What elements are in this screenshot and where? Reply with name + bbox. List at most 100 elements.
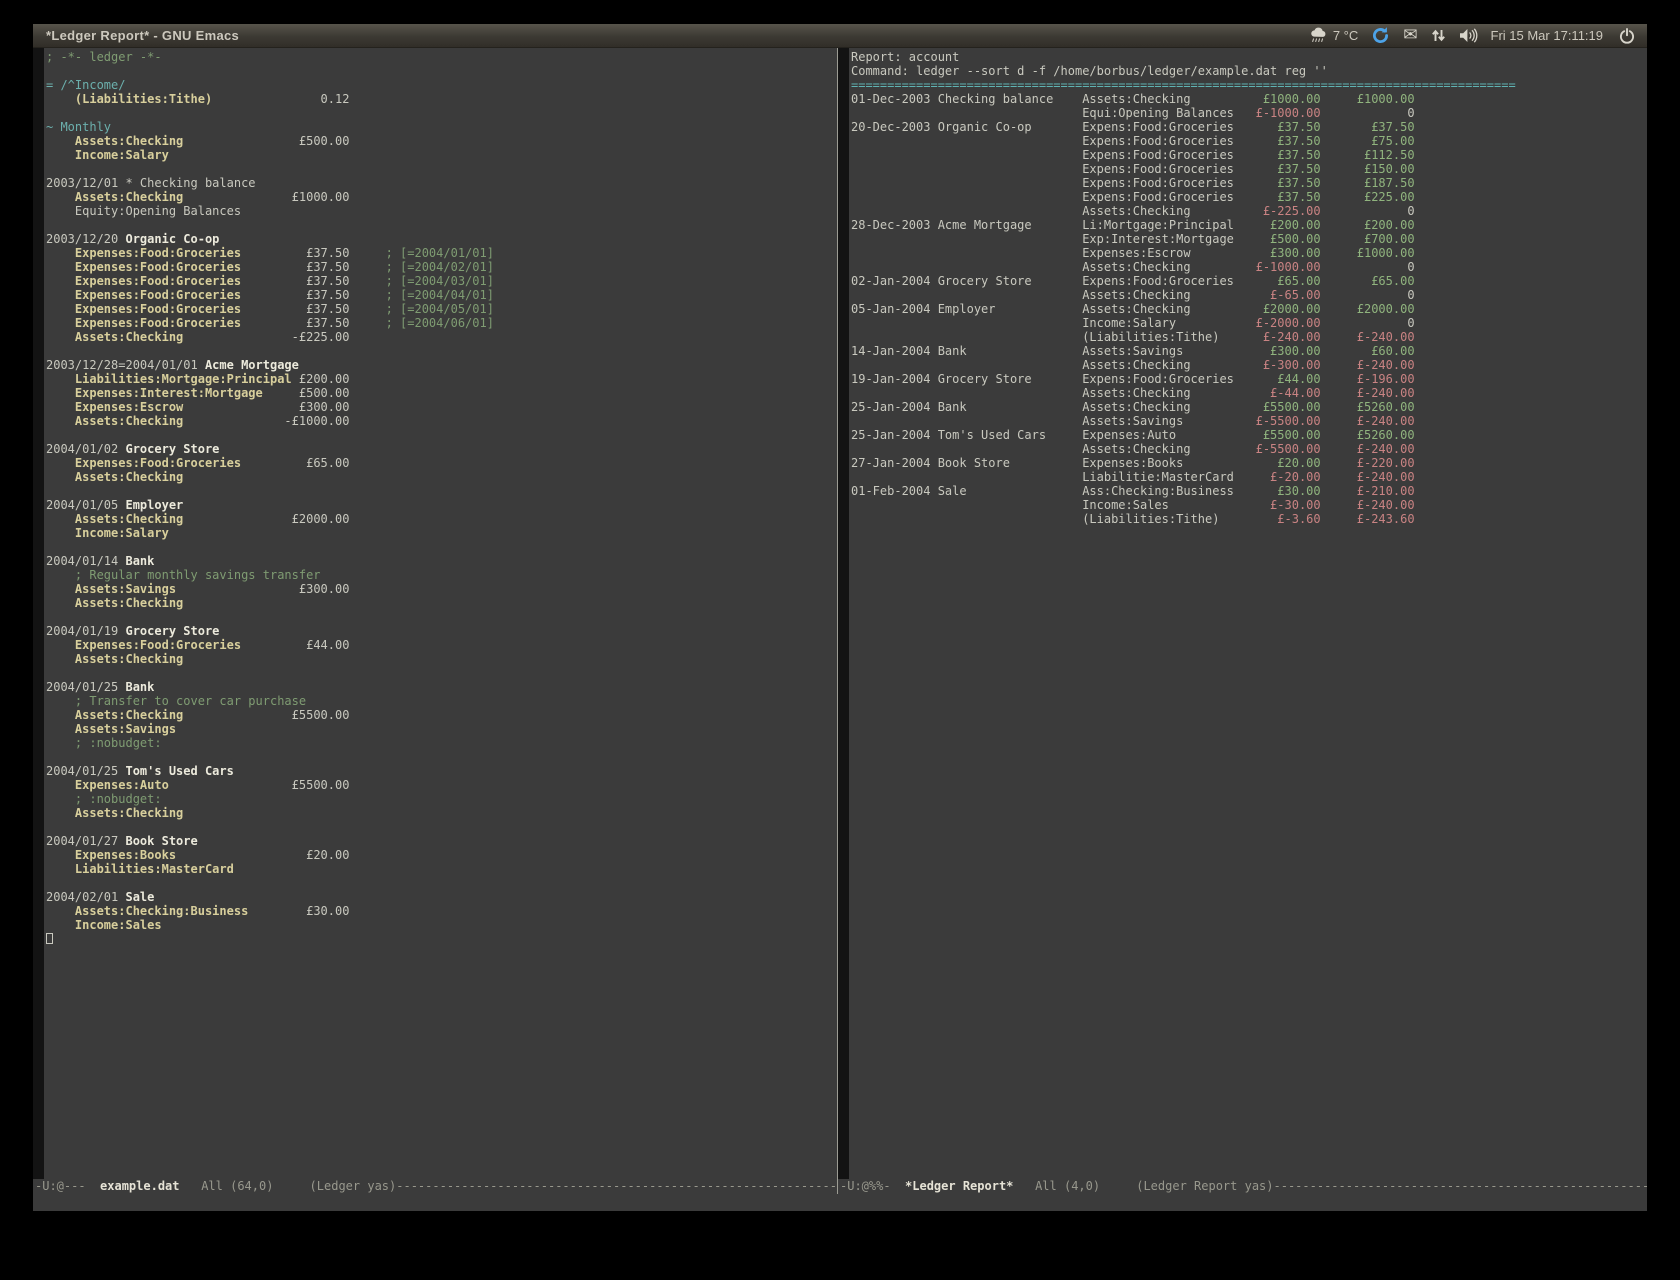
up-down-arrows-icon[interactable] — [1431, 28, 1446, 43]
buffer-line: Liabilitie:MasterCard £-20.00 £-240.00 — [851, 470, 1647, 484]
buffer-line: Assets:Checking £5500.00 — [46, 708, 837, 722]
buffer-line: Income:Sales £-30.00 £-240.00 — [851, 498, 1647, 512]
buffer-line: Liabilities:Mortgage:Principal £200.00 — [46, 372, 837, 386]
buffer-line — [46, 610, 837, 624]
buffer-line: Expenses:Interest:Mortgage £500.00 — [46, 386, 837, 400]
desktop: *Ledger Report* - GNU Emacs 7 °C ✉ — [0, 0, 1680, 1280]
buffer-line: 2003/12/20 Organic Co-op — [46, 232, 837, 246]
buffer-line: Liabilities:MasterCard — [46, 862, 837, 876]
echo-area[interactable] — [33, 1194, 1647, 1211]
buffer-line: Assets:Checking:Business £30.00 — [46, 904, 837, 918]
buffer-line: Expens:Food:Groceries £37.50 £112.50 — [851, 148, 1647, 162]
buffer-line: Expenses:Escrow £300.00 — [46, 400, 837, 414]
buffer-line: Report: account — [851, 50, 1647, 64]
buffer-line: Assets:Checking -£225.00 — [46, 330, 837, 344]
buffer-line: 01-Feb-2004 Sale Ass:Checking:Business £… — [851, 484, 1647, 498]
buffer-line: Assets:Checking — [46, 596, 837, 610]
buffer-line: Income:Salary — [46, 148, 837, 162]
buffer-line: 2004/01/25 Tom's Used Cars — [46, 764, 837, 778]
buffer-line: 02-Jan-2004 Grocery Store Expens:Food:Gr… — [851, 274, 1647, 288]
buffer-line: Assets:Checking £-300.00 £-240.00 — [851, 358, 1647, 372]
buffer-line: Assets:Checking £-44.00 £-240.00 — [851, 386, 1647, 400]
temperature-label: 7 °C — [1333, 28, 1358, 43]
buffer-line: Assets:Savings £300.00 — [46, 582, 837, 596]
buffer-line: 2004/01/14 Bank — [46, 554, 837, 568]
power-icon[interactable] — [1619, 28, 1635, 44]
buffer-line: 2003/12/28=2004/01/01 Acme Mortgage — [46, 358, 837, 372]
weather-applet[interactable]: 7 °C — [1309, 27, 1358, 44]
buffer-line: Expens:Food:Groceries £37.50 £75.00 — [851, 134, 1647, 148]
buffer-line: 2004/01/19 Grocery Store — [46, 624, 837, 638]
left-modeline[interactable]: -U:@--- example.dat All (64,0) (Ledger y… — [33, 1179, 837, 1194]
mail-envelope-icon[interactable]: ✉ — [1403, 27, 1417, 44]
buffer-line: Assets:Checking £-225.00 0 — [851, 204, 1647, 218]
buffer-line — [46, 106, 837, 120]
buffer-line: 14-Jan-2004 Bank Assets:Savings £300.00 … — [851, 344, 1647, 358]
buffer-line: Expens:Food:Groceries £37.50 £150.00 — [851, 162, 1647, 176]
buffer-line: Equi:Opening Balances £-1000.00 0 — [851, 106, 1647, 120]
buffer-line: Income:Salary £-2000.00 0 — [851, 316, 1647, 330]
buffer-line: 20-Dec-2003 Organic Co-op Expens:Food:Gr… — [851, 120, 1647, 134]
buffer-line: ; Transfer to cover car purchase — [46, 694, 837, 708]
buffer-line: Assets:Savings £-5500.00 £-240.00 — [851, 414, 1647, 428]
frame-body: ; -*- ledger -*- = /^Income/ (Liabilities… — [33, 48, 1647, 1194]
buffer-line: Expenses:Food:Groceries £37.50 ; [=2004/… — [46, 288, 837, 302]
clock-label: Fri 15 Mar 17:11:19 — [1491, 28, 1603, 43]
buffer-line — [46, 64, 837, 78]
buffer-line — [46, 876, 837, 890]
buffer-line: Expenses:Food:Groceries £37.50 ; [=2004/… — [46, 274, 837, 288]
buffer-line: Expenses:Food:Groceries £37.50 ; [=2004/… — [46, 316, 837, 330]
buffer-line: Expens:Food:Groceries £37.50 £187.50 — [851, 176, 1647, 190]
buffer-line: Assets:Savings — [46, 722, 837, 736]
buffer-line: Assets:Checking £-65.00 0 — [851, 288, 1647, 302]
buffer-line: 2003/12/01 * Checking balance — [46, 176, 837, 190]
buffer-line: Assets:Checking £1000.00 — [46, 190, 837, 204]
buffer-line — [46, 428, 837, 442]
right-scrollbar[interactable] — [838, 48, 849, 1179]
buffer-line: ; -*- ledger -*- — [46, 50, 837, 64]
rain-cloud-icon — [1309, 27, 1328, 44]
buffer-line: 05-Jan-2004 Employer Assets:Checking £20… — [851, 302, 1647, 316]
buffer-line: 25-Jan-2004 Tom's Used Cars Expenses:Aut… — [851, 428, 1647, 442]
buffer-line — [46, 540, 837, 554]
text-cursor — [46, 933, 53, 944]
buffer-line: = /^Income/ — [46, 78, 837, 92]
buffer-line: Command: ledger --sort d -f /home/borbus… — [851, 64, 1647, 78]
buffer-line: Assets:Checking £500.00 — [46, 134, 837, 148]
buffer-line: 19-Jan-2004 Grocery Store Expens:Food:Gr… — [851, 372, 1647, 386]
buffer-line: 27-Jan-2004 Book Store Expenses:Books £2… — [851, 456, 1647, 470]
buffer-line: Assets:Checking — [46, 806, 837, 820]
buffer-line: 2004/01/25 Bank — [46, 680, 837, 694]
buffer-line: Assets:Checking — [46, 652, 837, 666]
ledger-report-buffer[interactable]: Report: accountCommand: ledger --sort d … — [849, 48, 1647, 1179]
buffer-line: Assets:Checking £-1000.00 0 — [851, 260, 1647, 274]
buffer-line — [46, 750, 837, 764]
buffer-line: Expenses:Escrow £300.00 £1000.00 — [851, 246, 1647, 260]
buffer-line: ========================================… — [851, 78, 1647, 92]
buffer-line: Expenses:Auto £5500.00 — [46, 778, 837, 792]
buffer-line: Exp:Interest:Mortgage £500.00 £700.00 — [851, 232, 1647, 246]
title-bar: *Ledger Report* - GNU Emacs 7 °C ✉ — [33, 24, 1647, 48]
buffer-line: (Liabilities:Tithe) £-240.00 £-240.00 — [851, 330, 1647, 344]
modeline-buffer-name: example.dat — [100, 1179, 179, 1193]
refresh-sync-icon[interactable] — [1371, 26, 1390, 45]
buffer-line: Expens:Food:Groceries £37.50 £225.00 — [851, 190, 1647, 204]
buffer-line: Expenses:Food:Groceries £37.50 ; [=2004/… — [46, 302, 837, 316]
buffer-line — [46, 162, 837, 176]
buffer-line: Expenses:Food:Groceries £37.50 ; [=2004/… — [46, 246, 837, 260]
buffer-line: 2004/01/05 Employer — [46, 498, 837, 512]
buffer-line: Assets:Checking £-5500.00 £-240.00 — [851, 442, 1647, 456]
buffer-line: ; Regular monthly savings transfer — [46, 568, 837, 582]
right-modeline[interactable]: -U:@%%- *Ledger Report* All (4,0) (Ledge… — [838, 1179, 1647, 1194]
buffer-line: Expenses:Food:Groceries £37.50 ; [=2004/… — [46, 260, 837, 274]
buffer-line: Expenses:Books £20.00 — [46, 848, 837, 862]
emacs-frame: *Ledger Report* - GNU Emacs 7 °C ✉ — [33, 24, 1647, 1211]
speaker-volume-icon[interactable] — [1459, 28, 1478, 43]
buffer-line — [46, 932, 837, 946]
ledger-file-buffer[interactable]: ; -*- ledger -*-= /^Income/ (Liabilities… — [44, 48, 837, 1179]
system-tray: 7 °C ✉ Fri 15 Mar 17:11:19 — [1309, 26, 1635, 45]
left-scrollbar[interactable] — [33, 48, 44, 1179]
buffer-line: 2004/01/27 Book Store — [46, 834, 837, 848]
buffer-line — [46, 820, 837, 834]
buffer-line: ; :nobudget: — [46, 736, 837, 750]
